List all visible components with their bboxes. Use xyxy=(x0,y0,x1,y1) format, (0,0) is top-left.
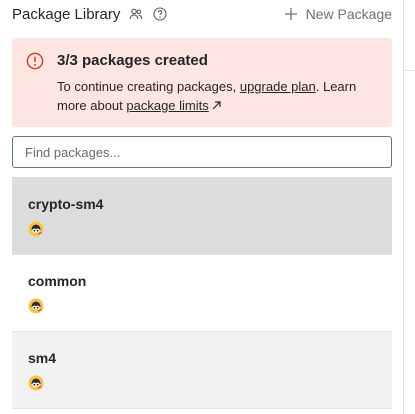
alert-body: To continue creating packages, upgrade p… xyxy=(57,77,377,115)
new-package-button[interactable]: New Package xyxy=(284,6,392,22)
avatar xyxy=(28,298,44,314)
adjacent-panel-edge xyxy=(404,0,415,414)
page-title: Package Library xyxy=(12,5,121,23)
package-name: crypto-sm4 xyxy=(28,196,104,212)
avatar xyxy=(28,221,44,237)
help-icon[interactable] xyxy=(152,6,168,22)
panel-header: Package Library New Package xyxy=(12,0,392,28)
divider xyxy=(404,70,415,71)
package-library-panel: Package Library New Package 3/3 packages… xyxy=(0,0,404,414)
package-name: common xyxy=(28,273,87,289)
package-name: sm4 xyxy=(28,350,57,366)
package-limit-alert: 3/3 packages created To continue creatin… xyxy=(12,38,392,127)
alert-body-prefix: To continue creating packages, xyxy=(57,79,240,94)
divider xyxy=(12,408,392,409)
package-item-crypto-sm4[interactable]: crypto-sm4 xyxy=(12,177,392,254)
search-input[interactable] xyxy=(12,136,392,168)
upgrade-plan-link[interactable]: upgrade plan xyxy=(240,79,316,94)
new-package-label: New Package xyxy=(305,6,392,22)
alert-title: 3/3 packages created xyxy=(57,52,208,69)
package-item-common[interactable]: common xyxy=(12,255,392,332)
users-icon[interactable] xyxy=(128,6,144,22)
plus-icon xyxy=(284,8,297,20)
package-item-sm4[interactable]: sm4 xyxy=(12,332,392,409)
external-link-icon xyxy=(212,101,221,110)
error-icon xyxy=(26,52,44,70)
avatar xyxy=(28,375,44,391)
package-limits-link[interactable]: package limits xyxy=(126,98,208,113)
